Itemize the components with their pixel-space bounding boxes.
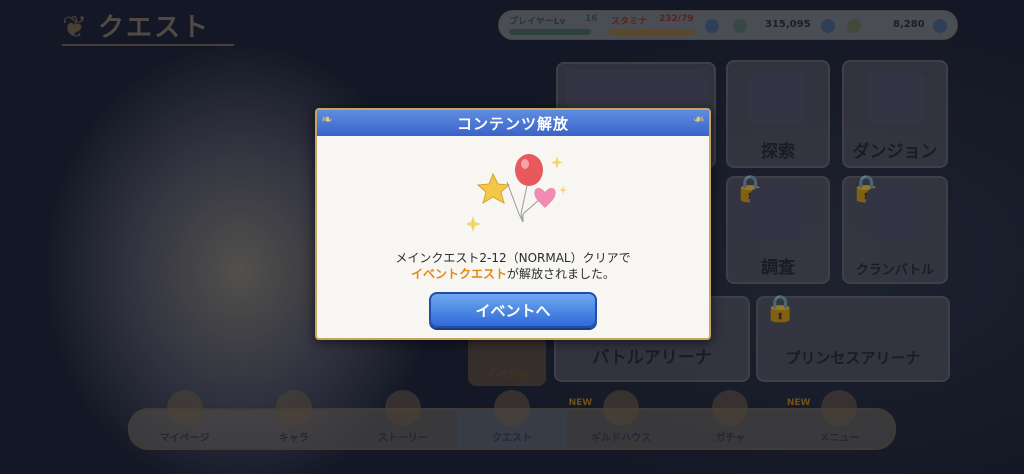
dialog-header: ❧ コンテンツ解放 ❧ [317,110,709,136]
message-line-2: イベントクエストが解放されました。 [317,266,709,282]
corner-ornament-icon: ❧ [693,112,705,128]
message-line-2-rest: が解放されました。 [507,267,616,281]
message-highlight: イベントクエスト [410,267,507,281]
corner-ornament-icon: ❧ [321,112,333,128]
balloons-icon [467,154,567,232]
message-line-1: メインクエスト2-12（NORMAL）クリアで [395,251,631,265]
dialog-title: コンテンツ解放 [456,114,569,133]
content-unlock-dialog: ❧ コンテンツ解放 ❧ メインクエスト2-12（NORMAL）クリアで イベント… [315,108,711,340]
go-to-event-button[interactable]: イベントへ [429,292,597,328]
dialog-message: メインクエスト2-12（NORMAL）クリアで イベントクエストが解放されました… [317,250,709,282]
